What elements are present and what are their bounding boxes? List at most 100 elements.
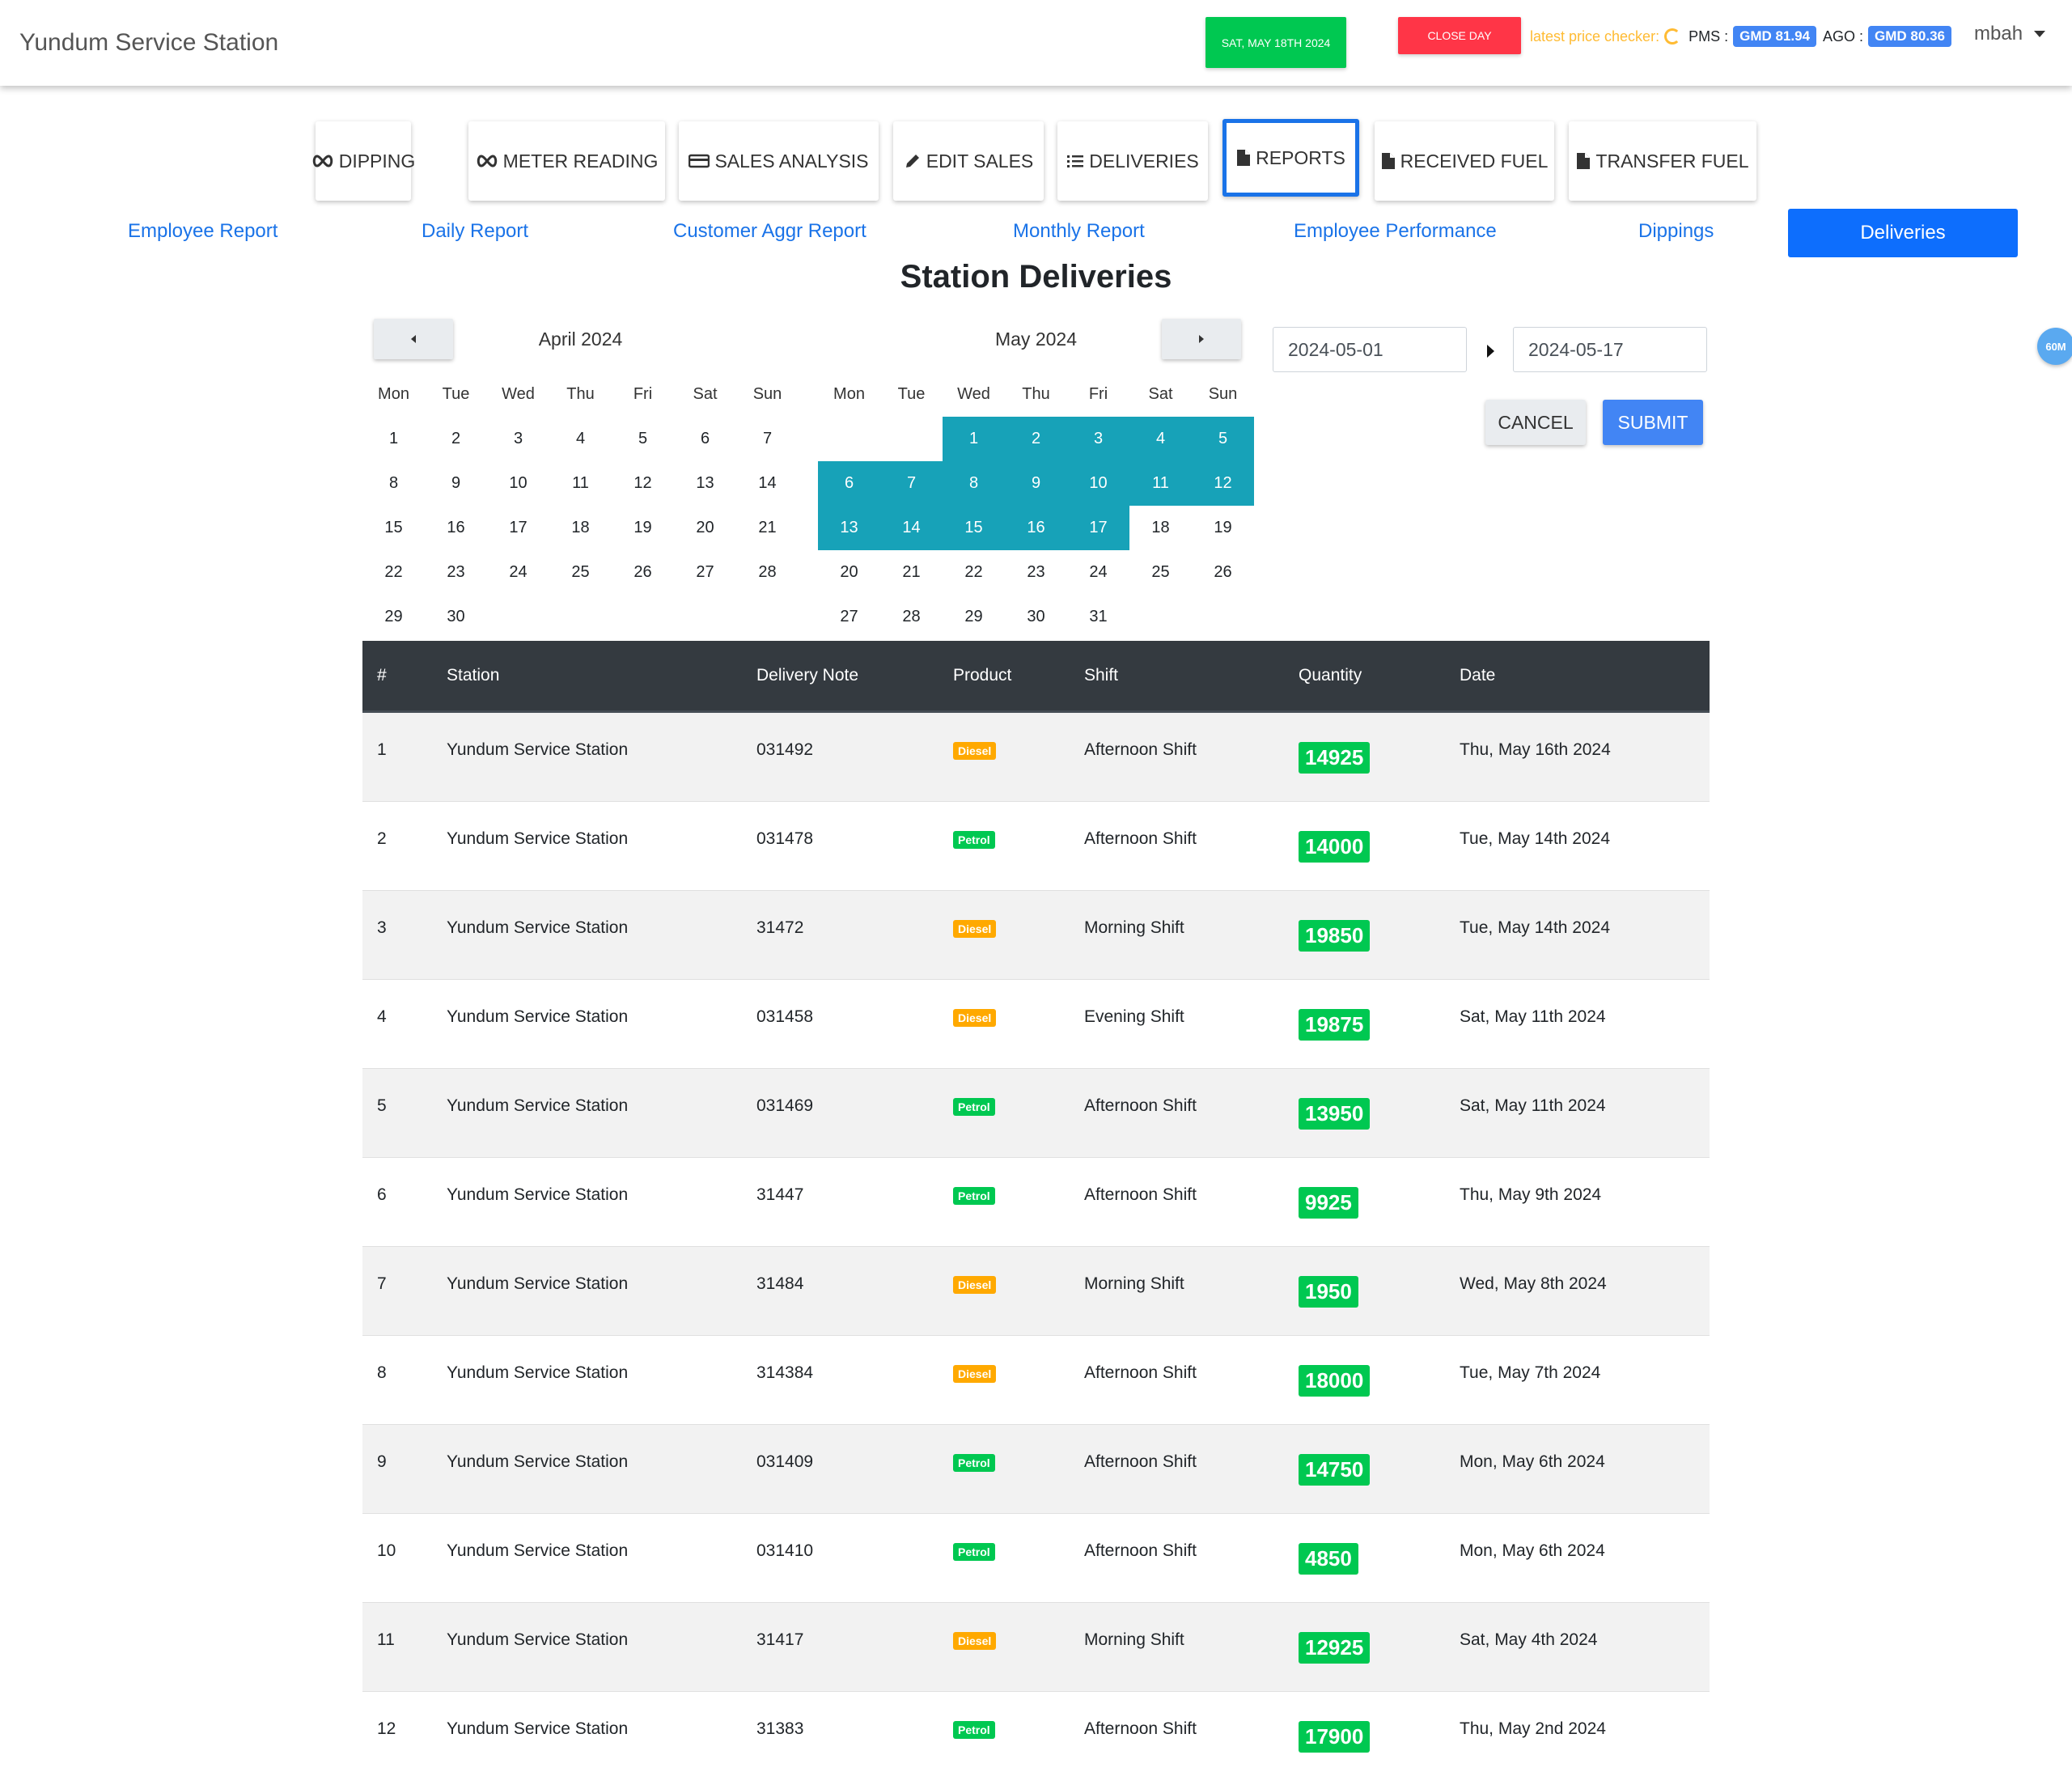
may-day-10[interactable]: 10 xyxy=(1067,461,1129,506)
may-day-25[interactable]: 25 xyxy=(1129,550,1192,595)
may-day-13[interactable]: 13 xyxy=(818,506,880,550)
product-badge: Petrol xyxy=(953,1543,995,1561)
may-day-24[interactable]: 24 xyxy=(1067,550,1129,595)
timer-badge[interactable]: 60M xyxy=(2037,328,2072,365)
row-number-cell: 5 xyxy=(362,1068,447,1158)
april-day-13[interactable]: 13 xyxy=(674,461,736,506)
may-day-2[interactable]: 2 xyxy=(1005,417,1067,461)
calendar-right-month: May 2024 xyxy=(994,329,1077,350)
shift-name: Evening Shift xyxy=(1084,1007,1184,1026)
may-day-4[interactable]: 4 xyxy=(1129,417,1192,461)
may-day-16[interactable]: 16 xyxy=(1005,506,1067,550)
product-cell: Petrol xyxy=(953,1691,1084,1780)
submit-button[interactable]: SUBMIT xyxy=(1603,400,1703,445)
april-day-8[interactable]: 8 xyxy=(362,461,425,506)
nav-sales-analysis-button[interactable]: SALES ANALYSIS xyxy=(679,121,879,201)
may-day-1[interactable]: 1 xyxy=(943,417,1005,461)
may-day-18[interactable]: 18 xyxy=(1129,506,1192,550)
link-daily-report[interactable]: Daily Report xyxy=(422,220,528,243)
link-dippings[interactable]: Dippings xyxy=(1638,220,1714,243)
may-day-29[interactable]: 29 xyxy=(943,595,1005,639)
may-day-19[interactable]: 19 xyxy=(1192,506,1254,550)
may-day-8[interactable]: 8 xyxy=(943,461,1005,506)
april-day-2[interactable]: 2 xyxy=(425,417,487,461)
nav-dipping-button[interactable]: DIPPING xyxy=(312,121,415,201)
april-day-29[interactable]: 29 xyxy=(362,595,425,639)
may-day-7[interactable]: 7 xyxy=(880,461,943,506)
tab-deliveries[interactable]: Deliveries xyxy=(1788,209,2018,257)
april-day-6[interactable]: 6 xyxy=(674,417,736,461)
may-day-26[interactable]: 26 xyxy=(1192,550,1254,595)
april-day-21[interactable]: 21 xyxy=(736,506,799,550)
start-date-input[interactable] xyxy=(1273,327,1467,372)
delivery-note-cell: 031478 xyxy=(756,801,953,891)
april-day-18[interactable]: 18 xyxy=(549,506,612,550)
may-day-9[interactable]: 9 xyxy=(1005,461,1067,506)
april-day-7[interactable]: 7 xyxy=(736,417,799,461)
may-day-17[interactable]: 17 xyxy=(1067,506,1129,550)
april-day-30[interactable]: 30 xyxy=(425,595,487,639)
april-day-26[interactable]: 26 xyxy=(612,550,674,595)
nav-meter-reading-button[interactable]: METER READING xyxy=(468,121,665,201)
current-date-button[interactable]: SAT, MAY 18TH 2024 xyxy=(1205,17,1346,68)
april-day-15[interactable]: 15 xyxy=(362,506,425,550)
april-day-14[interactable]: 14 xyxy=(736,461,799,506)
may-day-14[interactable]: 14 xyxy=(880,506,943,550)
may-day-21[interactable]: 21 xyxy=(880,550,943,595)
end-date-input[interactable] xyxy=(1513,327,1707,372)
may-day-30[interactable]: 30 xyxy=(1005,595,1067,639)
april-day-9[interactable]: 9 xyxy=(425,461,487,506)
april-day-4[interactable]: 4 xyxy=(549,417,612,461)
table-row: 11 Yundum Service Station 31417 Diesel Morni… xyxy=(362,1602,1710,1692)
station-name: Yundum Service Station xyxy=(447,1096,629,1115)
may-day-11[interactable]: 11 xyxy=(1129,461,1192,506)
link-customer-aggr-report[interactable]: Customer Aggr Report xyxy=(673,220,867,243)
cancel-button[interactable]: CANCEL xyxy=(1485,400,1586,445)
may-day-6[interactable]: 6 xyxy=(818,461,880,506)
link-employee-performance[interactable]: Employee Performance xyxy=(1294,220,1497,243)
may-day-5[interactable]: 5 xyxy=(1192,417,1254,461)
nav-deliveries-button[interactable]: DELIVERIES xyxy=(1057,121,1208,201)
april-day-28[interactable]: 28 xyxy=(736,550,799,595)
may-day-15[interactable]: 15 xyxy=(943,506,1005,550)
station-cell: Yundum Service Station xyxy=(447,1513,756,1603)
delivery-date: Thu, May 9th 2024 xyxy=(1460,1185,1602,1204)
shift-cell: Morning Shift xyxy=(1084,1246,1299,1336)
nav-received-fuel-button[interactable]: RECEIVED FUEL xyxy=(1375,121,1554,201)
may-day-3[interactable]: 3 xyxy=(1067,417,1129,461)
nav-edit-sales-button[interactable]: EDIT SALES xyxy=(893,121,1044,201)
may-day-23[interactable]: 23 xyxy=(1005,550,1067,595)
link-employee-report[interactable]: Employee Report xyxy=(128,220,278,243)
april-day-12[interactable]: 12 xyxy=(612,461,674,506)
april-day-3[interactable]: 3 xyxy=(487,417,549,461)
brand-title[interactable]: Yundum Service Station xyxy=(19,29,278,57)
april-day-17[interactable]: 17 xyxy=(487,506,549,550)
user-menu[interactable]: mbah xyxy=(1974,23,2046,45)
april-day-19[interactable]: 19 xyxy=(612,506,674,550)
april-day-25[interactable]: 25 xyxy=(549,550,612,595)
quantity-cell: 4850 xyxy=(1299,1513,1460,1603)
nav-transfer-fuel-button[interactable]: TRANSFER FUEL xyxy=(1569,121,1756,201)
price-checker-label: latest price checker: xyxy=(1530,28,1660,45)
nav-label: SALES ANALYSIS xyxy=(714,150,869,172)
nav-reports-button[interactable]: REPORTS xyxy=(1222,119,1359,197)
april-day-23[interactable]: 23 xyxy=(425,550,487,595)
may-day-27[interactable]: 27 xyxy=(818,595,880,639)
april-day-5[interactable]: 5 xyxy=(612,417,674,461)
close-day-button[interactable]: CLOSE DAY xyxy=(1398,17,1521,54)
nav-label: REPORTS xyxy=(1256,146,1345,168)
april-day-24[interactable]: 24 xyxy=(487,550,549,595)
april-day-27[interactable]: 27 xyxy=(674,550,736,595)
may-day-28[interactable]: 28 xyxy=(880,595,943,639)
may-day-22[interactable]: 22 xyxy=(943,550,1005,595)
may-day-31[interactable]: 31 xyxy=(1067,595,1129,639)
link-monthly-report[interactable]: Monthly Report xyxy=(1013,220,1145,243)
april-day-22[interactable]: 22 xyxy=(362,550,425,595)
may-day-20[interactable]: 20 xyxy=(818,550,880,595)
april-day-10[interactable]: 10 xyxy=(487,461,549,506)
april-day-20[interactable]: 20 xyxy=(674,506,736,550)
april-day-11[interactable]: 11 xyxy=(549,461,612,506)
april-day-1[interactable]: 1 xyxy=(362,417,425,461)
april-day-16[interactable]: 16 xyxy=(425,506,487,550)
may-day-12[interactable]: 12 xyxy=(1192,461,1254,506)
